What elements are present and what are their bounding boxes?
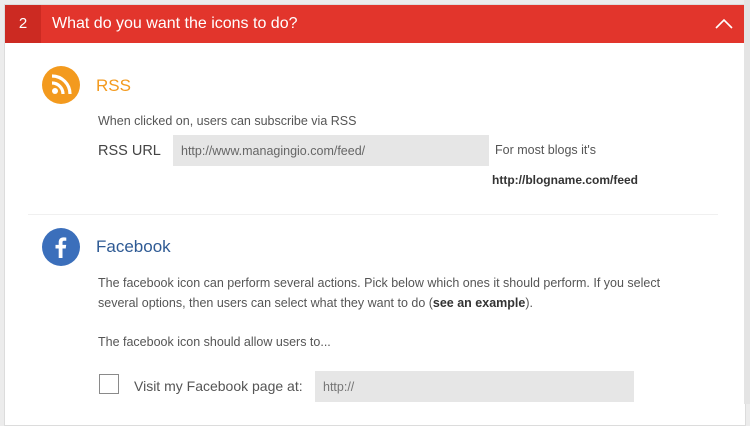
rss-hint: For most blogs it's [495,143,597,157]
facebook-page-url-input[interactable] [315,371,634,402]
rss-icon [42,66,80,104]
rss-hint-url: http://blogname.com/feed [492,173,639,187]
scrollbar[interactable] [744,0,750,404]
rss-url-input[interactable] [173,135,489,166]
facebook-description: The facebook icon can perform several ac… [98,276,661,290]
visit-page-label: Visit my Facebook page at: [134,378,303,394]
section-title: What do you want the icons to do? [52,15,298,32]
rss-url-label: RSS URL [98,143,161,159]
see-example-link[interactable]: see an example [433,296,525,310]
facebook-title: Facebook [96,237,171,256]
step-number: 2 [5,5,41,43]
description-suffix: ). [525,296,533,310]
section-header[interactable]: 2 What do you want the icons to do? [5,5,745,43]
settings-panel: 2 What do you want the icons to do? [4,4,746,426]
section-divider [28,214,718,215]
facebook-description-line2: several options, then users can select w… [98,296,533,310]
visit-page-checkbox[interactable] [99,374,119,394]
rss-description: When clicked on, users can subscribe via… [98,114,357,128]
description-prefix: several options, then users can select w… [98,296,433,310]
facebook-icon [42,228,80,266]
facebook-allow-text: The facebook icon should allow users to.… [98,335,331,349]
chevron-up-icon[interactable] [713,13,735,35]
rss-title: RSS [96,76,131,95]
